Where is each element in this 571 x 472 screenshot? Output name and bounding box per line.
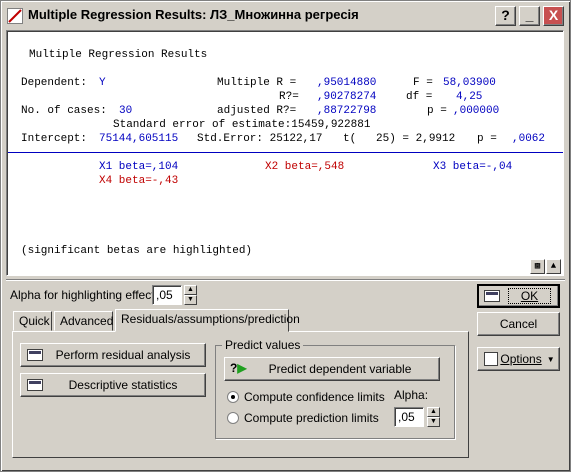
ok-icon [484, 290, 500, 302]
beta-x4: X4 beta=-,43 [99, 175, 179, 187]
r2-value: ,90278274 [317, 91, 377, 103]
df-label: df = [406, 91, 433, 103]
predict-alpha-input[interactable]: ,05 [394, 407, 424, 427]
p-value: ,000000 [453, 105, 500, 117]
ok-label: OK [507, 288, 552, 304]
spin-down-icon[interactable]: ▼ [427, 417, 440, 427]
multiple-r-value: ,95014880 [317, 77, 377, 89]
predict-values-title: Predict values [222, 338, 304, 352]
separator [6, 279, 565, 281]
spin-up-icon[interactable]: ▲ [184, 285, 197, 295]
spin-down-icon[interactable]: ▼ [184, 295, 197, 305]
beta-x1: X1 beta=,104 [99, 161, 179, 173]
confidence-radio[interactable] [227, 391, 239, 403]
residual-icon [27, 349, 43, 361]
intercept-value: 75144,605115 [99, 133, 179, 145]
predict-icon: ?▶ [230, 361, 247, 375]
alpha-effects-stepper[interactable]: ▲ ▼ [184, 285, 197, 305]
tab-residuals[interactable]: Residuals/assumptions/prediction [115, 309, 300, 332]
tab-advanced[interactable]: Advanced [54, 311, 113, 331]
adj-r2-value: ,88722798 [317, 105, 377, 117]
chevron-down-icon: ▼ [546, 354, 555, 364]
intercept-p-label: p = [477, 133, 497, 145]
minimize-button[interactable]: _ [519, 6, 540, 26]
intercept-label: Intercept: [21, 133, 88, 145]
intercept-t-stat: t( 25) = 2,9912 [343, 133, 456, 145]
tab-quick[interactable]: Quick [13, 311, 52, 331]
dependent-value: Y [99, 77, 106, 89]
multiple-r-label: Multiple R = [217, 77, 297, 89]
options-icon [484, 352, 498, 366]
prediction-label[interactable]: Compute prediction limits [244, 411, 379, 425]
cancel-button[interactable]: Cancel [477, 312, 560, 336]
dependent-label: Dependent: [21, 77, 88, 89]
beta-x3: X3 beta=-,04 [433, 161, 513, 173]
expand-icon[interactable]: ▲ [546, 259, 561, 274]
title-bar[interactable]: Multiple Regression Results: ЛЗ_Множинна… [3, 3, 568, 27]
p-label: p = [427, 105, 447, 117]
descriptive-stats-button[interactable]: Descriptive statistics [20, 373, 206, 397]
help-button[interactable]: ? [495, 6, 516, 26]
perform-residual-button[interactable]: Perform residual analysis [20, 343, 206, 367]
results-header: Multiple Regression Results [29, 49, 208, 61]
descriptive-icon [27, 379, 43, 391]
f-label: F = [413, 77, 433, 89]
ok-button[interactable]: OK [477, 284, 560, 308]
predict-dependent-label: Predict dependent variable [268, 362, 412, 376]
predict-alpha-stepper[interactable]: ▲ ▼ [427, 407, 440, 427]
cases-value: 30 [119, 105, 133, 117]
intercept-p-value: ,0062 [512, 133, 546, 145]
copy-icon[interactable]: ▩ [530, 259, 545, 274]
std-error-estimate: Standard error of estimate:15459,922881 [113, 119, 371, 131]
cases-label: No. of cases: [21, 105, 107, 117]
df-value: 4,25 [456, 91, 483, 103]
perform-residual-label: Perform residual analysis [55, 348, 191, 362]
r2-label: R?= [279, 91, 299, 103]
window-title: Multiple Regression Results: ЛЗ_Множинна… [28, 7, 359, 22]
f-value: 58,03900 [443, 77, 496, 89]
predict-dependent-button[interactable]: ?▶ Predict dependent variable [224, 357, 440, 381]
intercept-std-error: Std.Error: 25122,17 [197, 133, 323, 145]
close-button[interactable]: X [543, 6, 564, 26]
prediction-radio[interactable] [227, 412, 239, 424]
alpha-effects-input[interactable]: ,05 [152, 285, 182, 305]
options-label: Options [500, 352, 542, 366]
results-output-panel[interactable]: Multiple Regression Results Dependent: Y… [6, 30, 564, 276]
app-icon [7, 8, 23, 24]
descriptive-label: Descriptive statistics [68, 378, 178, 392]
confidence-label[interactable]: Compute confidence limits [244, 390, 385, 404]
beta-x2: X2 beta=,548 [265, 161, 345, 173]
adj-r2-label: adjusted R?= [217, 105, 297, 117]
output-divider [8, 152, 563, 153]
significance-note: (significant betas are highlighted) [21, 245, 253, 257]
predict-alpha-label: Alpha: [394, 388, 429, 402]
spin-up-icon[interactable]: ▲ [427, 407, 440, 417]
options-button[interactable]: Options ▼ [477, 347, 560, 371]
alpha-effects-label: Alpha for highlighting effects: [10, 288, 164, 302]
